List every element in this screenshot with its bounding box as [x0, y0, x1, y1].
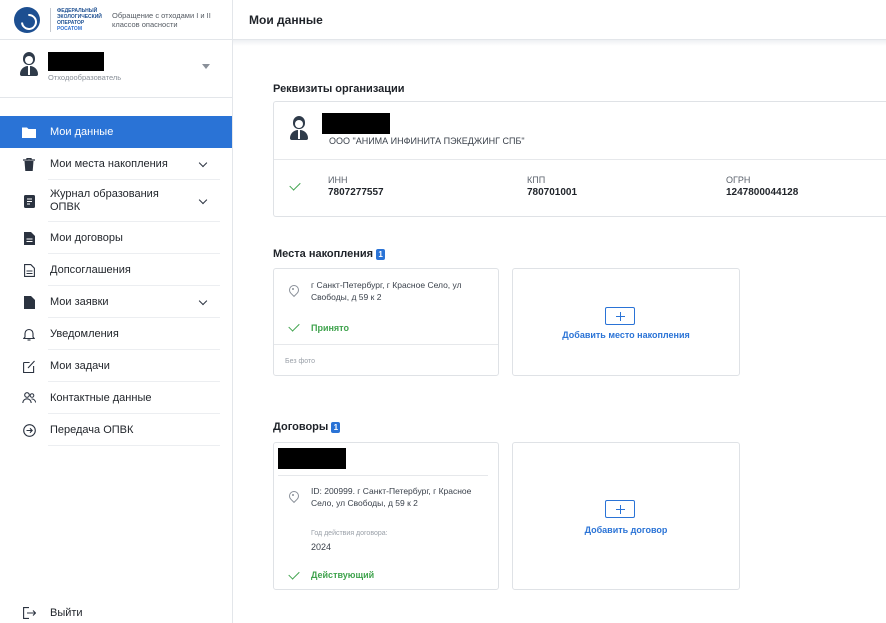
add-storage-place-label: Добавить место накопления	[562, 330, 690, 340]
ogrn-label: ОГРН	[726, 175, 751, 185]
add-storage-place-button[interactable]: Добавить место накопления	[512, 268, 740, 376]
plus-icon	[605, 307, 635, 325]
sidebar-item-tasks[interactable]: Мои задачи	[0, 350, 232, 382]
journal-icon	[22, 194, 36, 208]
sidebar-item-label: Допсоглашения	[50, 263, 131, 276]
sidebar-item-label: Уведомления	[50, 327, 119, 340]
folder-icon	[22, 125, 36, 139]
document-icon	[22, 231, 36, 245]
contract-year-value: 2024	[311, 542, 332, 552]
sidebar-item-notifications[interactable]: Уведомления	[0, 318, 232, 350]
request-icon	[22, 295, 36, 309]
sidebar-item-storage-places[interactable]: Мои места накопления	[0, 148, 232, 180]
sidebar-item-label: Журнал образования ОПВК	[50, 188, 159, 213]
transfer-icon	[22, 423, 36, 437]
logo-org-name: ФЕДЕРАЛЬНЫЙ ЭКОЛОГИЧЕСКИЙ ОПЕРАТОР РОСАТ…	[50, 7, 102, 32]
organization-card: ООО "АНИМА ИНФИНИТА ПЭКЕДЖИНГ СПБ" ИНН 7…	[273, 101, 886, 217]
ogrn-value: 1247800044128	[726, 187, 799, 198]
sidebar-item-supplements[interactable]: Допсоглашения	[0, 254, 232, 286]
kpp-value: 780701001	[527, 187, 578, 198]
sidebar-item-label: Мои договоры	[50, 231, 123, 244]
chevron-down-icon[interactable]	[198, 296, 208, 306]
requisites-section-title: Реквизиты организации	[273, 83, 405, 95]
app-title: Обращение с отходами I и II классов опас…	[112, 10, 211, 29]
redacted-user-name	[48, 52, 104, 71]
logo-org-line: ЭКОЛОГИЧЕСКИЙ	[57, 13, 102, 20]
check-icon	[288, 320, 300, 332]
status-badge: Принято	[311, 323, 349, 333]
sidebar-item-transfer[interactable]: Передача ОПВК	[0, 414, 232, 446]
ogrn-field: ОГРН 1247800044128	[726, 175, 798, 198]
rosatom-logo-icon[interactable]	[14, 6, 40, 33]
inn-label: ИНН	[328, 175, 348, 185]
sidebar-item-journal[interactable]: Журнал образования ОПВК	[0, 180, 232, 222]
logout-icon	[22, 606, 36, 620]
redacted-org-block	[322, 113, 390, 134]
logout-label: Выйти	[50, 606, 83, 619]
sidebar-item-contracts[interactable]: Мои договоры	[0, 222, 232, 254]
sidebar-item-label: Передача ОПВК	[50, 423, 134, 436]
count-badge: 1	[331, 421, 341, 433]
sidebar: ФЕДЕРАЛЬНЫЙ ЭКОЛОГИЧЕСКИЙ ОПЕРАТОР РОСАТ…	[0, 0, 233, 623]
count-badge: 1	[376, 248, 386, 260]
sidebar-nav: Мои данные Мои места накопления Журнал о…	[0, 116, 232, 446]
requisites-title-text: Реквизиты организации	[273, 83, 405, 95]
sidebar-item-label: Мои места накопления	[50, 157, 168, 170]
logo-row: ФЕДЕРАЛЬНЫЙ ЭКОЛОГИЧЕСКИЙ ОПЕРАТОР РОСАТ…	[0, 0, 232, 40]
sidebar-item-label: Мои заявки	[50, 295, 109, 308]
location-pin-icon	[288, 491, 298, 503]
logo-org-line: РОСАТОМ	[57, 25, 82, 32]
chevron-down-icon[interactable]	[198, 158, 208, 168]
contracts-title-text: Договоры	[273, 421, 329, 433]
divider	[274, 159, 886, 160]
bell-icon	[22, 327, 36, 341]
divider	[278, 475, 488, 476]
page-header: Мои данные	[233, 0, 886, 40]
logo-org-line: ФЕДЕРАЛЬНЫЙ	[57, 7, 98, 14]
no-photo-label: Без фото	[285, 358, 316, 365]
storage-place-address: г Санкт-Петербург, г Красное Село, ул Св…	[311, 280, 462, 302]
org-avatar	[288, 116, 310, 142]
user-role: Отходообразователь	[48, 73, 122, 82]
caret-down-icon[interactable]	[202, 64, 210, 69]
inn-value: 7807277557	[328, 187, 384, 198]
contract-card[interactable]: ID: 200999. г Санкт-Петербург, г Красное…	[273, 442, 499, 590]
sidebar-item-label: Мои задачи	[50, 359, 110, 372]
contacts-icon	[22, 391, 36, 405]
sidebar-item-label: Контактные данные	[50, 391, 152, 404]
add-contract-label: Добавить договор	[584, 525, 668, 535]
sidebar-item-my-data[interactable]: Мои данные	[0, 116, 232, 148]
chevron-down-icon[interactable]	[198, 195, 208, 205]
header-shadow	[233, 40, 886, 46]
check-icon	[289, 179, 301, 191]
locations-title-text: Места накопления	[273, 248, 374, 260]
org-name: ООО "АНИМА ИНФИНИТА ПЭКЕДЖИНГ СПБ"	[329, 136, 525, 146]
location-pin-icon	[288, 285, 298, 297]
page-title: Мои данные	[249, 12, 323, 27]
contract-year-label: Год действия договора:	[311, 530, 388, 537]
kpp-field: КПП 780701001	[527, 175, 577, 198]
sidebar-item-label: Мои данные	[50, 125, 114, 138]
add-contract-button[interactable]: Добавить договор	[512, 442, 740, 590]
sidebar-item-contacts[interactable]: Контактные данные	[0, 382, 232, 414]
divider	[274, 344, 498, 345]
kpp-label: КПП	[527, 175, 546, 185]
check-icon	[288, 568, 300, 580]
sidebar-item-requests[interactable]: Мои заявки	[0, 286, 232, 318]
avatar	[18, 52, 40, 78]
inn-field: ИНН 7807277557	[328, 175, 384, 198]
redacted-contract-block	[278, 448, 346, 469]
contract-address: ID: 200999. г Санкт-Петербург, г Красное…	[311, 486, 472, 508]
user-profile[interactable]: Отходообразователь	[0, 40, 232, 98]
trash-icon	[22, 157, 36, 171]
locations-section-title: Места накопления 1	[273, 248, 386, 260]
logout-button[interactable]: Выйти	[22, 606, 170, 620]
plus-icon	[605, 500, 635, 518]
edit-task-icon	[22, 359, 36, 373]
status-badge: Действующий	[311, 570, 375, 580]
contracts-section-title: Договоры 1	[273, 421, 341, 433]
document-outline-icon	[22, 263, 36, 277]
storage-place-card[interactable]: г Санкт-Петербург, г Красное Село, ул Св…	[273, 268, 499, 376]
